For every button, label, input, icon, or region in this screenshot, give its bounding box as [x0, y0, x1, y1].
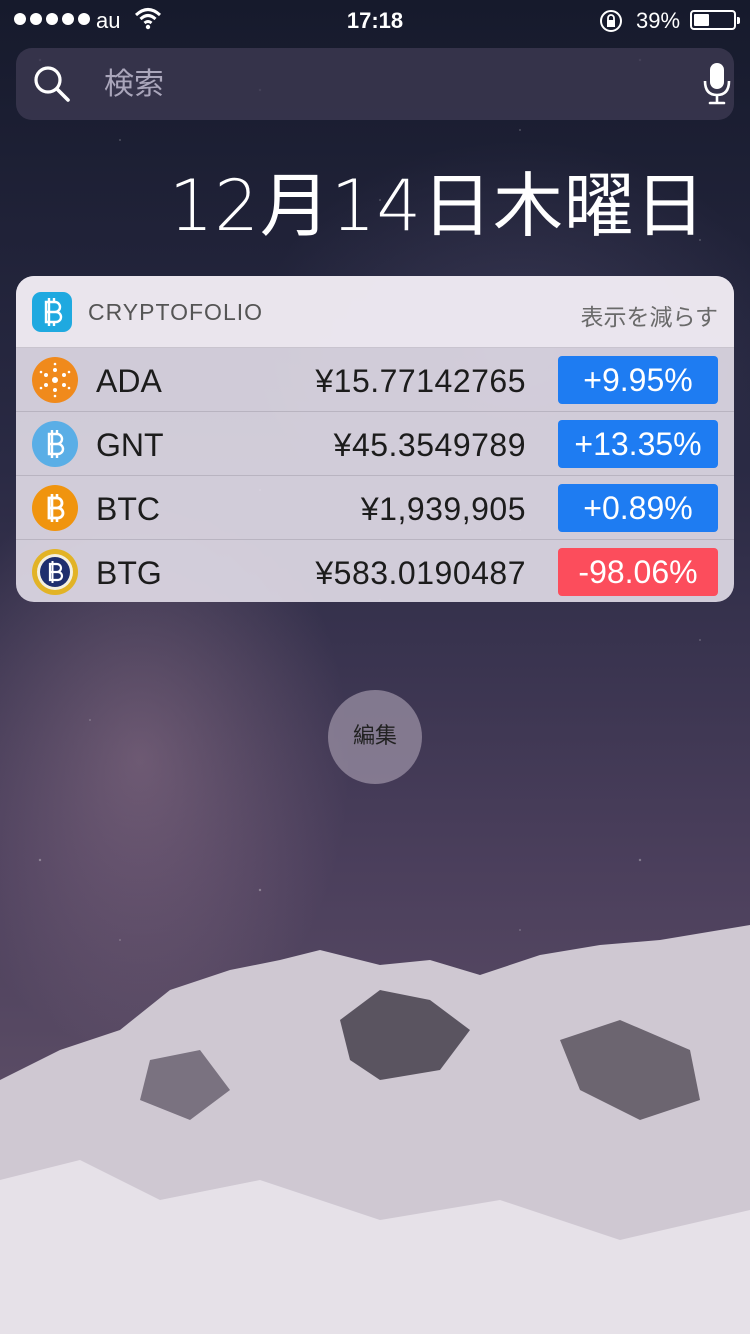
coin-price: ¥583.0190487	[315, 555, 526, 591]
coin-price: ¥45.3549789	[333, 427, 526, 463]
coin-row-ada[interactable]: ADA ¥15.77142765 +9.95%	[16, 347, 734, 411]
search-input[interactable]	[104, 64, 664, 104]
coin-price: ¥1,939,905	[360, 491, 526, 527]
coin-symbol: ADA	[96, 363, 162, 399]
battery-percent: 39%	[636, 8, 681, 33]
coin-change-badge[interactable]: +9.95%	[558, 356, 718, 404]
coin-row-btc[interactable]: BTC ¥1,939,905 +0.89%	[16, 475, 734, 539]
coin-row-gnt[interactable]: GNT ¥45.3549789 +13.35%	[16, 411, 734, 475]
show-less-button[interactable]: 表示を減らす	[580, 298, 718, 332]
widget-app-name: CRYPTOFOLIO	[88, 299, 264, 325]
search-bar[interactable]	[16, 48, 734, 120]
rotation-lock-icon	[600, 10, 622, 32]
coin-list: ADA ¥15.77142765 +9.95% GNT ¥45.3549789 …	[16, 347, 734, 602]
bitcoin-icon	[32, 485, 78, 531]
coin-change-badge[interactable]: +13.35%	[558, 420, 718, 468]
mic-icon[interactable]	[702, 62, 732, 106]
golem-icon	[32, 421, 78, 467]
cardano-icon	[32, 357, 78, 403]
coin-row-btg[interactable]: BTG ¥583.0190487 -98.06%	[16, 539, 734, 602]
wallpaper-mountain	[0, 925, 750, 1334]
search-icon	[34, 66, 70, 102]
bitcoin-gold-icon	[32, 549, 78, 595]
coin-symbol: GNT	[96, 427, 164, 463]
coin-symbol: BTC	[96, 491, 160, 527]
coin-change-badge[interactable]: +0.89%	[558, 484, 718, 532]
bitcoin-app-icon	[32, 292, 72, 332]
coin-price: ¥15.77142765	[315, 363, 526, 399]
widget-header: CRYPTOFOLIO 表示を減らす	[16, 276, 734, 348]
cryptofolio-widget: CRYPTOFOLIO 表示を減らす ADA ¥15.77142765 +9.9…	[16, 276, 734, 602]
coin-change-badge[interactable]: -98.06%	[558, 548, 718, 596]
status-bar: au 17:18 39%	[0, 0, 750, 40]
coin-symbol: BTG	[96, 555, 162, 591]
edit-button[interactable]: 編集	[328, 690, 422, 784]
battery-icon	[690, 10, 740, 30]
date-heading: 12月14日木曜日	[168, 165, 706, 247]
